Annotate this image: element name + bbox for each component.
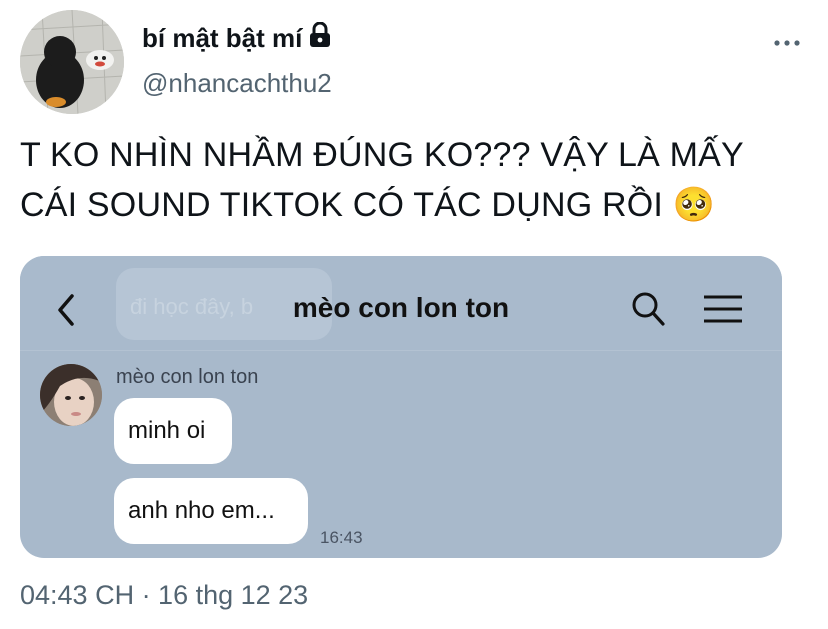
- more-horizontal-icon: [774, 40, 800, 46]
- tweet-text-line-1: T KO NHÌN NHẦM ĐÚNG KO??? VẬY LÀ MẤY: [20, 136, 744, 174]
- lock-icon: [308, 21, 332, 55]
- chat-header: đi học đây, b mèo con lon ton: [20, 256, 782, 351]
- search-button[interactable]: [630, 290, 666, 328]
- message-bubble[interactable]: anh nho em...: [114, 478, 308, 544]
- chat-title: mèo con lon ton: [292, 292, 510, 323]
- menu-button[interactable]: [702, 292, 744, 326]
- display-name[interactable]: bí mật bật mí: [142, 21, 332, 55]
- tweet-text: T KO NHÌN NHẦM ĐÚNG KO??? VẬY LÀ MẤY CÁI…: [20, 130, 820, 230]
- tweet-text-line-2: CÁI SOUND TIKTOK CÓ TÁC DỤNG RỒI 🥺: [20, 180, 820, 230]
- tweet-timestamp[interactable]: 04:43 CH · 16 thg 12 23: [20, 580, 308, 611]
- user-handle[interactable]: @nhancachthu2: [142, 68, 332, 99]
- search-icon: [632, 292, 665, 326]
- tweet-media-image[interactable]: đi học đây, b mèo con lon ton mèo con lo…: [20, 256, 782, 558]
- back-arrow-icon: [58, 294, 74, 326]
- more-options-button[interactable]: [772, 28, 802, 58]
- back-button[interactable]: [50, 290, 84, 330]
- menu-icon: [704, 295, 742, 323]
- message-bubble[interactable]: minh oi: [114, 398, 232, 464]
- display-name-text: bí mật bật mí: [142, 23, 303, 53]
- sender-avatar[interactable]: [40, 364, 102, 426]
- pleading-face-emoji: 🥺: [672, 186, 716, 224]
- sender-name: mèo con lon ton: [116, 366, 259, 388]
- profile-avatar[interactable]: [20, 10, 124, 114]
- message-text: anh nho em...: [128, 497, 275, 524]
- tweet-text-line-2-text: CÁI SOUND TIKTOK CÓ TÁC DỤNG RỒI: [20, 186, 664, 224]
- message-text: minh oi: [128, 417, 206, 444]
- message-time: 16:43: [320, 528, 363, 547]
